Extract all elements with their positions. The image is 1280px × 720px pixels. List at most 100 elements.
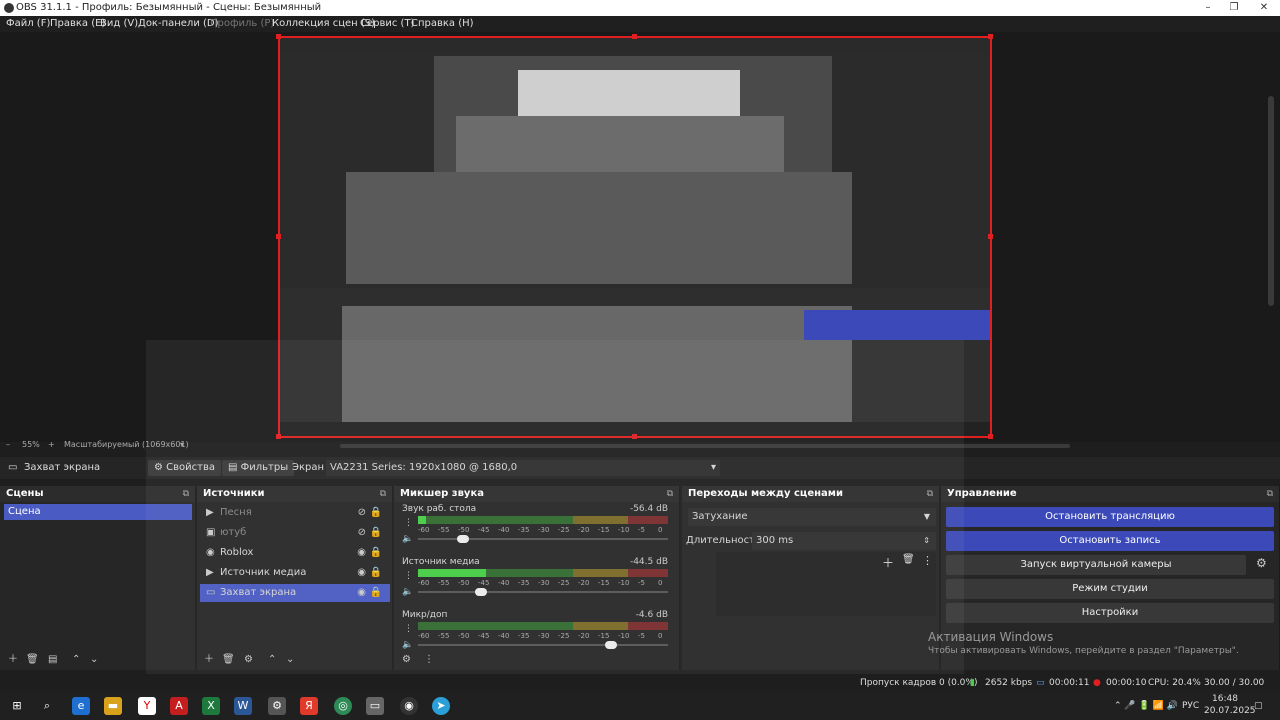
menu-profile[interactable]: Профиль (P) [210,16,274,32]
source-item[interactable]: ◉ Roblox ◉ 🔒 [200,544,390,562]
scene-item[interactable]: Сцена [4,504,192,520]
undock-icon[interactable]: ⧉ [183,486,189,502]
add-scene-icon[interactable]: ＋ [8,652,18,668]
undock-icon[interactable]: ⧉ [667,486,673,502]
lock-icon[interactable]: 🔒 [370,504,382,522]
yandex-browser-icon[interactable]: Y [138,697,156,715]
filters-button[interactable]: ▤ Фильтры [222,460,295,476]
undock-icon[interactable]: ⧉ [927,486,933,502]
move-up-icon[interactable]: ⌃ [268,652,276,668]
channel-menu-icon[interactable]: ⋮ [404,624,413,634]
volume-slider[interactable] [418,588,668,596]
volume-slider-knob[interactable] [474,588,487,596]
telegram-icon[interactable]: ➤ [432,697,450,715]
duration-input[interactable]: 300 ms ⇕ [752,532,936,550]
scene-filters-icon[interactable]: ▤ [48,652,57,668]
source-item[interactable]: ▶ Песня ⊘ 🔒 [200,504,390,522]
preview-screen-capture[interactable] [278,36,992,438]
volume-slider[interactable] [418,641,668,649]
notifications-icon[interactable]: ▢ [1254,699,1263,713]
resize-handle-tl[interactable] [276,34,281,39]
move-down-icon[interactable]: ⌄ [90,652,98,668]
virtual-camera-gear-icon[interactable]: ⚙ [1256,556,1267,570]
eye-icon[interactable]: ◉ [357,564,366,582]
transition-menu-icon[interactable]: ⋮ [922,554,933,567]
resize-handle-b[interactable] [632,434,637,439]
preview-scrollbar-vertical[interactable] [1268,96,1274,306]
speaker-icon[interactable]: 🔈 [402,587,413,597]
eye-icon[interactable]: ◉ [357,544,366,562]
resize-handle-tr[interactable] [988,34,993,39]
lock-icon[interactable]: 🔒 [370,524,382,542]
channel-menu-icon[interactable]: ⋮ [404,518,413,528]
menu-view[interactable]: Вид (V) [100,16,138,32]
file-explorer-icon[interactable]: ▬ [104,697,122,715]
menu-file[interactable]: Файл (F) [6,16,50,32]
eye-hidden-icon[interactable]: ⊘ [358,524,366,542]
spinner-icon[interactable]: ⇕ [923,532,930,550]
menu-edit[interactable]: Правка (E) [50,16,105,32]
chrome-icon[interactable]: ◎ [334,697,352,715]
scale-mode-chevron-icon[interactable]: ▾ [180,439,184,451]
studio-mode-button[interactable]: Режим студии [946,579,1274,599]
search-icon[interactable]: ⌕ [38,697,56,715]
speaker-icon[interactable]: 🔈 [402,534,413,544]
move-up-icon[interactable]: ⌃ [72,652,80,668]
lock-icon[interactable]: 🔒 [370,544,382,562]
yandex-icon[interactable]: Я [300,697,318,715]
eye-icon[interactable]: ◉ [357,584,366,602]
clock-date[interactable]: 20.07.2025 [1204,704,1256,718]
preview-scrollbar-horizontal[interactable] [340,444,1070,448]
volume-slider-knob[interactable] [457,535,469,543]
settings-button[interactable]: Настройки [946,603,1274,623]
menu-help[interactable]: Справка (H) [411,16,474,32]
add-transition-icon[interactable]: ＋ [882,554,894,571]
resize-handle-t[interactable] [632,34,637,39]
pdf-reader-icon[interactable]: A [170,697,188,715]
undock-icon[interactable]: ⧉ [380,486,386,502]
source-properties-icon[interactable]: ⚙ [244,652,253,668]
minimize-button[interactable]: – [1194,0,1222,16]
zoom-in-icon[interactable]: + [48,439,55,451]
menu-docks[interactable]: Док-панели (D) [138,16,219,32]
lock-icon[interactable]: 🔒 [370,564,382,582]
volume-slider-knob[interactable] [604,641,617,649]
zoom-out-icon[interactable]: – [6,439,10,451]
move-down-icon[interactable]: ⌄ [286,652,294,668]
source-item-selected[interactable]: ▭ Захват экрана ◉ 🔒 [200,584,390,602]
remove-scene-icon[interactable]: 🗑 [26,652,39,668]
properties-button[interactable]: ⚙ Свойства [148,460,221,476]
transition-select[interactable]: Затухание ▼ [688,508,936,526]
remove-transition-icon[interactable]: 🗑 [902,554,915,565]
eye-hidden-icon[interactable]: ⊘ [358,504,366,522]
remove-source-icon[interactable]: 🗑 [222,652,235,668]
edge-icon[interactable]: e [72,697,90,715]
menu-tools[interactable]: Сервис (T) [360,16,414,32]
maximize-button[interactable]: ❐ [1220,0,1248,16]
volume-slider[interactable] [418,535,668,543]
windows-start-icon[interactable]: ⊞ [8,697,26,715]
app-window-icon[interactable]: ▭ [366,697,384,715]
start-virtual-camera-button[interactable]: Запуск виртуальной камеры [946,555,1246,575]
resize-handle-l[interactable] [276,234,281,239]
mixer-menu-icon[interactable]: ⋮ [424,652,434,668]
resize-handle-r[interactable] [988,234,993,239]
speaker-icon[interactable]: 🔈 [402,640,413,650]
channel-menu-icon[interactable]: ⋮ [404,571,413,581]
undock-icon[interactable]: ⧉ [1267,486,1273,502]
stop-recording-button[interactable]: Остановить запись [946,531,1274,551]
screen-select[interactable]: VA2231 Series: 1920x1080 @ 1680,0 ▾ [326,460,720,476]
language-indicator[interactable]: РУС [1182,699,1199,713]
stop-streaming-button[interactable]: Остановить трансляцию [946,507,1274,527]
settings-app-icon[interactable]: ⚙ [268,697,286,715]
tray-icons[interactable]: ⌃ 🎤 🔋 📶 🔊 [1114,699,1178,713]
obs-icon[interactable]: ◉ [400,697,418,715]
source-item[interactable]: ▶ Источник медиа ◉ 🔒 [200,564,390,582]
word-icon[interactable]: W [234,697,252,715]
source-item[interactable]: ▣ ютуб ⊘ 🔒 [200,524,390,542]
resize-handle-br[interactable] [988,434,993,439]
scale-mode[interactable]: Масштабируемый (1069x601) [64,439,189,451]
close-button[interactable]: ✕ [1250,0,1278,16]
lock-icon[interactable]: 🔒 [370,584,382,602]
excel-icon[interactable]: X [202,697,220,715]
